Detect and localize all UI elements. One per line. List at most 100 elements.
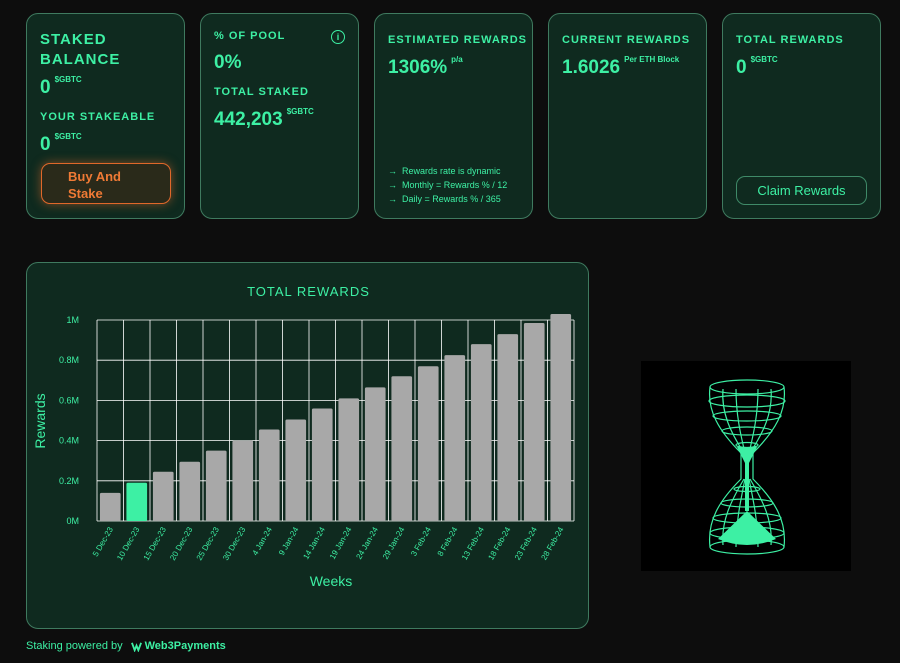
x-tick-label: 28 Feb-24 [539,525,565,562]
bar [523,323,545,521]
staked-balance-title: STAKED BALANCE [40,30,120,70]
bar [444,355,466,521]
note-item: → Daily = Rewards % / 365 [388,192,507,206]
info-icon[interactable]: i [331,30,345,44]
x-tick-label: 24 Jan-24 [354,525,380,561]
bar [179,461,201,521]
staked-balance-value: 0 [40,77,51,98]
x-tick-label: 19 Jan-24 [328,525,354,561]
current-rewards-row: 1.6026 Per ETH Block [562,55,680,79]
total-rewards-value: 0 [736,57,747,78]
total-staked-label: TOTAL STAKED [214,86,309,98]
stakeable-unit: $GBTC [54,132,82,141]
x-tick-label: 4 Jan-24 [251,525,275,557]
bar [364,387,386,521]
stakeable-label: YOUR STAKEABLE [40,111,156,123]
x-tick-label: 13 Feb-24 [460,525,486,562]
stakeable-value: 0 [40,134,51,155]
estimated-rewards-row: 1306% p/a [388,55,463,79]
hourglass-icon [708,379,786,555]
x-tick-label: 23 Feb-24 [513,525,539,562]
hourglass-illustration [641,361,851,571]
total-rewards-card: TOTAL REWARDS 0 $GBTC Claim Rewards [722,13,881,219]
bar [550,313,572,521]
bar [285,419,307,521]
x-tick-label: 10 Dec-23 [115,525,142,562]
y-tick-label: 0M [66,516,79,526]
current-rewards-value: 1.6026 [562,57,621,78]
x-tick-label: 5 Dec-23 [91,525,115,558]
pool-card: % OF POOL i 0% TOTAL STAKED 442,203 $GBTC [200,13,359,219]
bar [152,471,174,521]
x-tick-label: 8 Feb-24 [436,525,460,558]
note-text: Monthly = Rewards % / 12 [402,180,508,190]
staked-title-line1: STAKED [40,31,107,48]
web3payments-link[interactable]: Web3Payments [130,640,226,652]
total-staked-unit: $GBTC [286,107,314,116]
total-rewards-label: TOTAL REWARDS [736,34,844,46]
note-text: Rewards rate is dynamic [402,166,501,176]
pool-share-value: 0% [214,52,242,73]
estimated-rewards-unit: p/a [451,55,463,64]
buy-and-stake-button[interactable]: Buy And Stake [41,163,171,204]
bar [205,450,227,521]
x-tick-label: 25 Dec-23 [195,525,222,562]
staked-title-line2: BALANCE [40,51,121,68]
current-rewards-label: CURRENT REWARDS [562,34,691,46]
staked-balance-unit: $GBTC [54,75,82,84]
x-tick-label: 14 Jan-24 [301,525,327,561]
y-tick-label: 0.8M [59,355,79,365]
x-tick-label: 9 Jan-24 [277,525,301,557]
estimated-rewards-card: ESTIMATED REWARDS 1306% p/a → Rewards rate… [374,13,533,219]
note-item: → Rewards rate is dynamic [388,164,507,178]
bar [311,408,333,521]
rewards-bar-chart: 0M 0.2M 0.4M 0.6M 0.8M 1M 5 Dec-23 10 Dec-23 15 … [32,313,575,589]
current-rewards-card: CURRENT REWARDS 1.6026 Per ETH Block [548,13,707,219]
x-tick-label: 29 Jan-24 [381,525,407,561]
total-staked-value: 442,203 [214,109,283,130]
web3payments-logo-icon [130,642,142,652]
total-staked-row: 442,203 $GBTC [214,107,314,131]
y-tick-label: 0.6M [59,395,79,405]
x-tick-label: 15 Dec-23 [142,525,169,562]
y-axis-title: Rewards [32,393,48,448]
rewards-notes: → Rewards rate is dynamic → Monthly = Rewa… [388,164,507,206]
buy-label-line1: Buy And [68,169,121,184]
y-tick-label: 0.4M [59,436,79,446]
bar [126,482,148,521]
pool-share-label: % OF POOL [214,30,286,42]
x-tick-label: 18 Feb-24 [486,525,512,562]
bar [99,492,121,521]
stakeable-value-row: 0 $GBTC [40,132,82,156]
total-rewards-chart-card: TOTAL REWARDS 0M 0.2M 0.4M 0.6M 0.8M 1M 5 Dec-… [26,262,589,629]
bar [232,440,254,521]
bar [391,376,413,521]
bar [417,366,439,521]
claim-rewards-button[interactable]: Claim Rewards [736,176,867,205]
bar [258,429,280,521]
x-tick-label: 20 Dec-23 [168,525,195,562]
total-rewards-unit: $GBTC [750,55,778,64]
arrow-right-icon: → [388,194,397,204]
estimated-rewards-label: ESTIMATED REWARDS [388,34,528,46]
note-text: Daily = Rewards % / 365 [402,194,501,204]
arrow-right-icon: → [388,166,397,176]
bar [338,398,360,521]
total-rewards-row: 0 $GBTC [736,55,778,79]
staked-balance-value-row: 0 $GBTC [40,75,82,99]
y-tick-label: 1M [66,315,79,325]
estimated-rewards-value: 1306% [388,57,448,78]
y-tick-label: 0.2M [59,476,79,486]
footer: Staking powered by Web3Payments [26,640,226,652]
bar [497,334,519,521]
bar [470,344,492,521]
x-axis-title: Weeks [310,573,353,589]
x-tick-label: 30 Dec-23 [221,525,248,562]
footer-text: Staking powered by [26,640,123,652]
staked-balance-card: STAKED BALANCE 0 $GBTC YOUR STAKEABLE 0 $G… [26,13,185,219]
note-item: → Monthly = Rewards % / 12 [388,178,507,192]
current-rewards-unit: Per ETH Block [624,55,680,64]
brand-name: Web3Payments [144,640,226,652]
x-tick-label: 3 Feb-24 [409,525,433,558]
buy-label-line2: Stake [68,186,103,201]
